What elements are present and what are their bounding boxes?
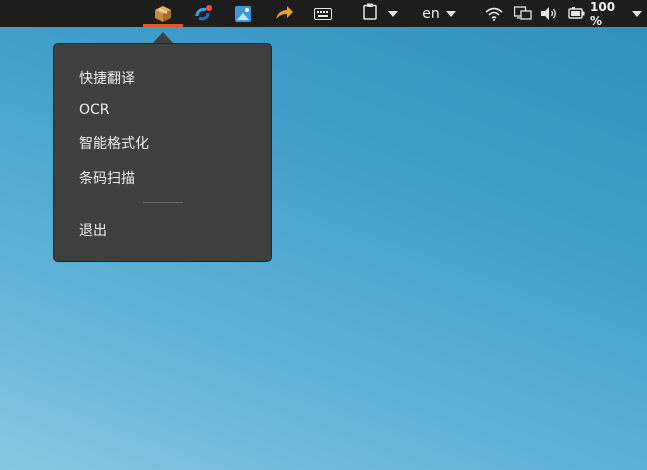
image-editor-indicator-icon[interactable] [232, 0, 254, 27]
menu-item-smart-format[interactable]: 智能格式化 [54, 128, 271, 158]
menu-item-barcode-scan[interactable]: 条码扫描 [54, 163, 271, 193]
share-arrow-indicator-icon[interactable] [273, 0, 295, 27]
menu-item-quit[interactable]: 退出 [54, 215, 271, 245]
wifi-icon[interactable] [483, 0, 505, 27]
battery-percent: 100 % [590, 0, 616, 28]
package-app-indicator-icon[interactable] [150, 0, 176, 27]
menu-item-quick-translate[interactable]: 快捷翻译 [54, 63, 271, 93]
top-panel: en 100 % [0, 0, 647, 28]
active-indicator-line [143, 24, 183, 27]
keyboard-icon[interactable] [312, 0, 334, 27]
sync-cloud-indicator-icon[interactable] [191, 0, 215, 27]
menu-separator [143, 202, 183, 203]
battery-icon [568, 4, 586, 23]
chevron-down-icon [632, 10, 642, 17]
desktop-background: en 100 % 快捷翻译 OCR 智能格式化 条码扫描 退出 [0, 0, 647, 470]
indicator-dropdown-menu: 快捷翻译 OCR 智能格式化 条码扫描 退出 [53, 43, 272, 262]
clipboard-menu[interactable] [359, 0, 401, 27]
chevron-down-icon [387, 10, 398, 17]
system-status-menu[interactable]: 100 % [568, 0, 642, 28]
network-icon[interactable] [512, 0, 534, 27]
language-selector[interactable]: en [420, 0, 458, 27]
clipboard-icon [362, 3, 377, 24]
menu-item-ocr[interactable]: OCR [54, 95, 271, 125]
chevron-down-icon [445, 10, 456, 17]
language-label: en [422, 5, 440, 22]
volume-icon[interactable] [539, 0, 559, 27]
